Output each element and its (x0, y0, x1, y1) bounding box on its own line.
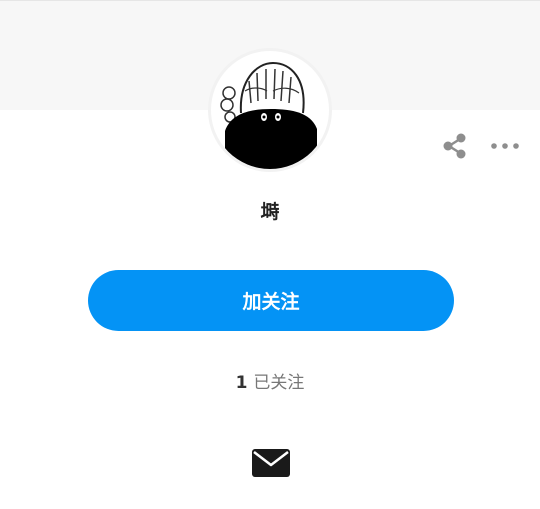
avatar-illustration (220, 61, 317, 169)
share-icon[interactable] (440, 132, 468, 160)
more-options-icon[interactable] (489, 134, 521, 158)
following-label: 已关注 (253, 373, 305, 393)
follow-button[interactable]: 加关注 (88, 270, 454, 331)
username: 塒 (260, 201, 280, 223)
avatar[interactable] (208, 48, 332, 172)
mail-icon[interactable] (252, 449, 290, 477)
profile-page: 塒 加关注 1 已关注 (0, 0, 540, 509)
following-stats[interactable]: 1 已关注 (0, 368, 540, 393)
following-count: 1 (235, 373, 248, 393)
